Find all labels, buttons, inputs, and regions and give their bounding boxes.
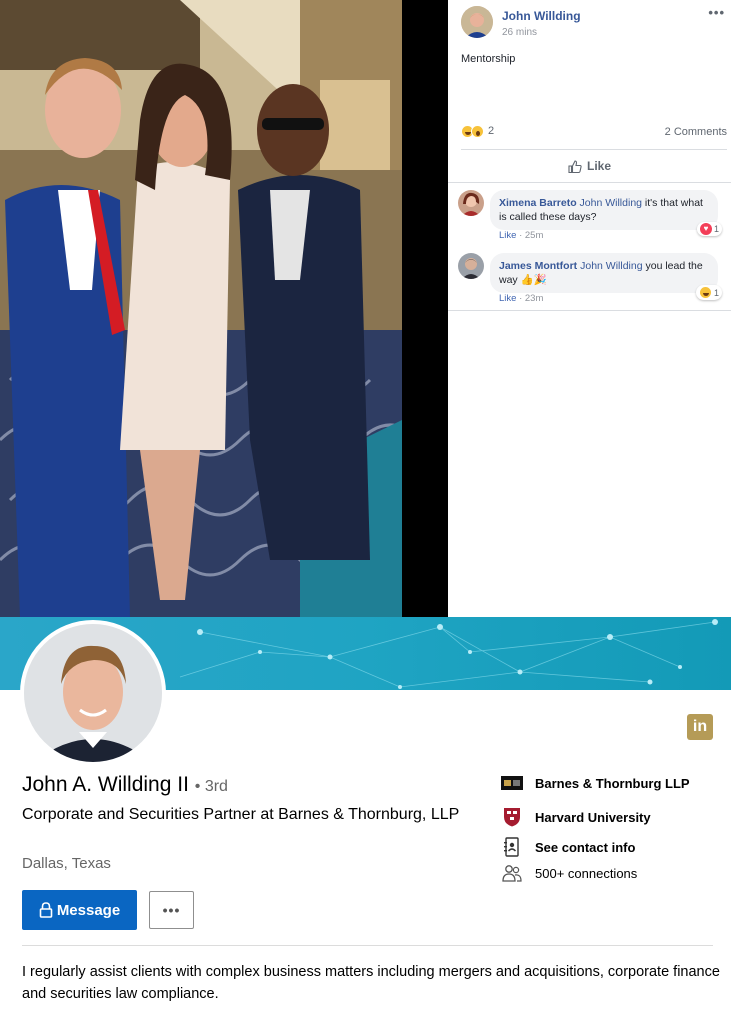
- reaction-summary[interactable]: 2: [461, 124, 494, 138]
- thumbs-up-icon: [568, 159, 582, 173]
- message-label: Message: [56, 901, 121, 919]
- reaction-count: 2: [488, 125, 495, 137]
- connections-label: 500+ connections: [535, 865, 638, 881]
- facebook-post: John Willding 26 mins ••• Mentorship 2 2…: [0, 0, 731, 617]
- contact-info-link[interactable]: See contact info: [501, 836, 721, 858]
- post-options-button[interactable]: •••: [708, 5, 725, 20]
- comment-reaction-count: 1: [713, 224, 719, 234]
- comment-time[interactable]: 23m: [525, 293, 543, 304]
- connection-degree: • 3rd: [194, 778, 228, 795]
- company-label: Barnes & Thornburg LLP: [535, 775, 690, 791]
- post-photo[interactable]: [0, 0, 402, 617]
- linkedin-logo-icon[interactable]: in: [687, 714, 713, 740]
- profile-headline: Corporate and Securities Partner at Barn…: [22, 806, 460, 823]
- comment-meta: Like · 25m: [499, 230, 543, 241]
- profile-photo-image: [24, 624, 162, 762]
- comments-count-link[interactable]: 2 Comments: [665, 126, 727, 138]
- post-timestamp[interactable]: 26 mins: [502, 27, 537, 38]
- author-avatar-image: [461, 6, 493, 38]
- comment-bubble: James Montfort John Willding you lead th…: [490, 253, 718, 293]
- profile-name: John A. Willding II • 3rd: [22, 773, 228, 797]
- connections-icon: [501, 863, 523, 883]
- tagged-user[interactable]: John Willding: [580, 260, 642, 272]
- current-company[interactable]: Barnes & Thornburg LLP: [501, 772, 721, 794]
- like-label: Like: [586, 159, 611, 173]
- more-actions-button[interactable]: •••: [149, 891, 194, 929]
- comment-meta: Like · 23m: [499, 293, 543, 304]
- contact-card-icon: [501, 837, 523, 857]
- education-label: Harvard University: [535, 809, 651, 825]
- post-photo-illustration: [0, 0, 402, 617]
- divider: [22, 945, 713, 946]
- divider: [448, 310, 731, 311]
- wow-emoji-icon: [471, 124, 484, 138]
- author-name[interactable]: John Willding: [502, 9, 581, 23]
- like-button[interactable]: Like: [448, 155, 731, 177]
- heart-icon: ♥: [699, 223, 712, 235]
- company-logo-icon: [501, 773, 523, 793]
- profile-photo[interactable]: [20, 620, 166, 766]
- education[interactable]: Harvard University: [501, 806, 721, 828]
- post-panel: John Willding 26 mins ••• Mentorship 2 2…: [448, 0, 731, 617]
- profile-summary: I regularly assist clients with complex …: [22, 964, 720, 1002]
- contact-info-label: See contact info: [535, 839, 636, 855]
- commenter-avatar-image: [458, 190, 484, 216]
- tagged-user[interactable]: John Willding: [580, 197, 642, 209]
- lock-icon: [39, 902, 53, 918]
- commenter-avatar-image: [458, 253, 484, 279]
- profile-location: Dallas, Texas: [22, 855, 111, 872]
- commenter-avatar[interactable]: [458, 190, 484, 216]
- profile-name-text: John A. Willding II: [22, 773, 189, 796]
- comment-bubble: Ximena Barreto John Willding it's that w…: [490, 190, 718, 230]
- author-avatar[interactable]: [461, 6, 493, 38]
- comment-like-link[interactable]: Like: [499, 293, 516, 304]
- comment-reaction[interactable]: 1: [695, 285, 722, 300]
- comment-time[interactable]: 25m: [525, 230, 543, 241]
- linkedin-profile: in John A. Willding II • 3rd Corporate a…: [0, 617, 731, 1023]
- commenter-avatar[interactable]: [458, 253, 484, 279]
- divider: [448, 182, 731, 183]
- comment-reaction[interactable]: ♥ 1: [696, 222, 722, 236]
- commenter-name[interactable]: James Montfort: [499, 260, 577, 272]
- comment-reaction-count: 1: [713, 287, 719, 298]
- harvard-shield-icon: [501, 807, 523, 827]
- connections-count[interactable]: 500+ connections: [501, 862, 721, 884]
- commenter-name[interactable]: Ximena Barreto: [499, 197, 577, 209]
- laugh-emoji-icon: [698, 286, 712, 299]
- message-button[interactable]: Message: [22, 890, 137, 930]
- post-text: Mentorship: [461, 53, 516, 65]
- divider: [461, 149, 727, 150]
- comment-like-link[interactable]: Like: [499, 230, 516, 241]
